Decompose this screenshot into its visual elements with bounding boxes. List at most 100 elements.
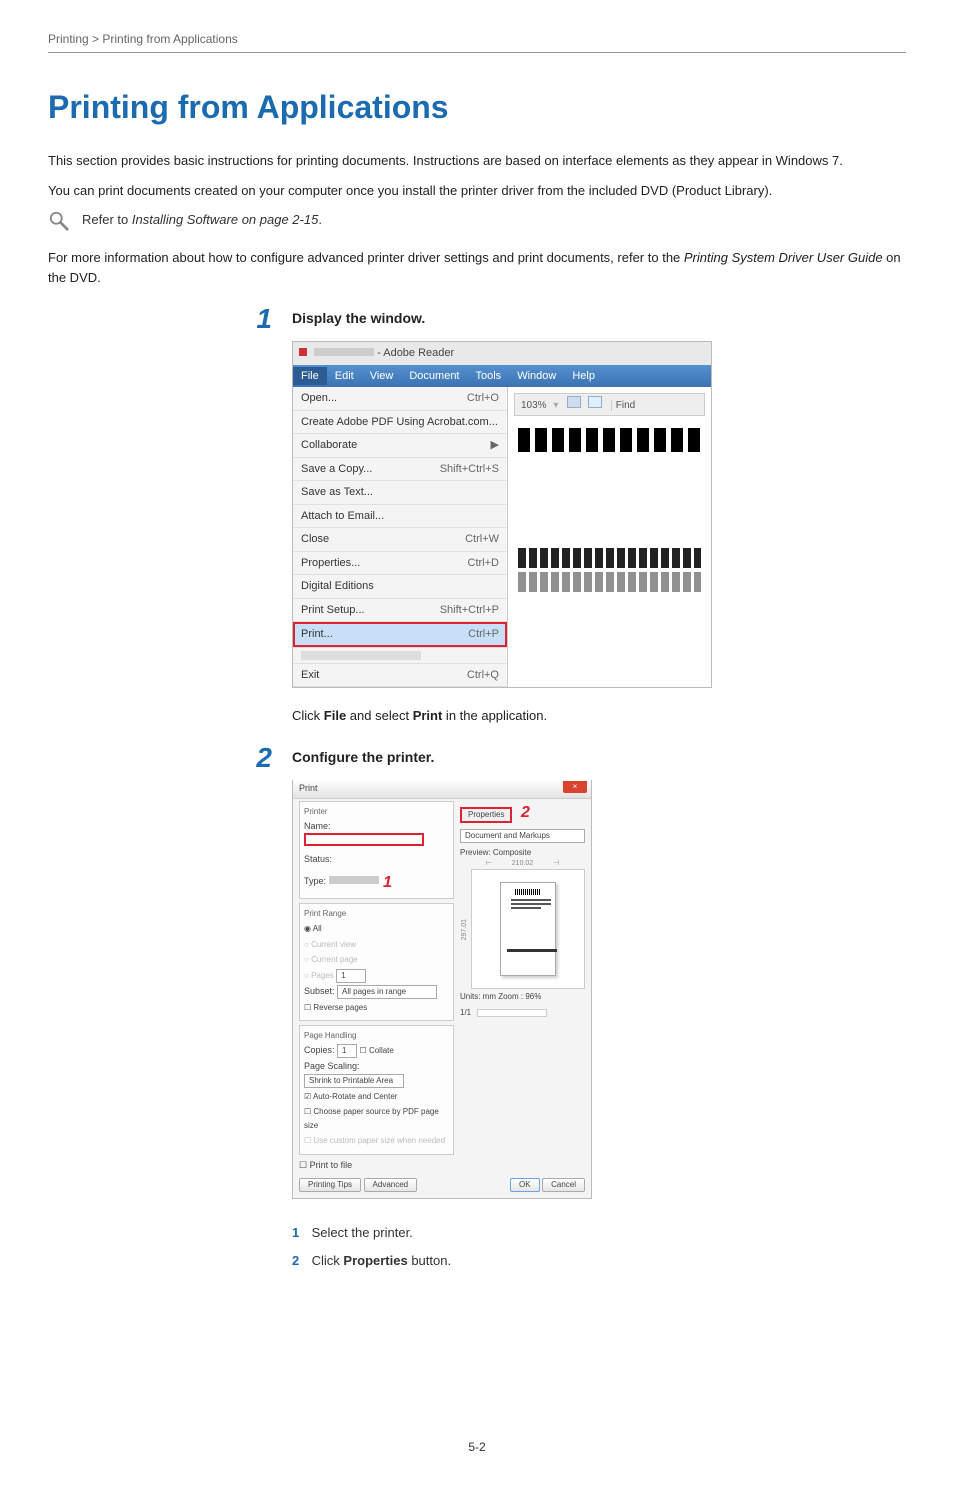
step-2-number: 2 xyxy=(248,744,272,772)
page-number: 5-2 xyxy=(48,1438,906,1456)
name-label: Name: xyxy=(304,821,331,831)
printer-group: Printer Name: Status: Type: 1 xyxy=(299,801,454,900)
toolbar-icon-a[interactable] xyxy=(567,396,581,408)
printing-tips-button[interactable]: Printing Tips xyxy=(299,1178,361,1192)
substep-1-text: Select the printer. xyxy=(312,1225,413,1240)
printer-group-label: Printer xyxy=(304,806,449,818)
step-1: 1 Display the window. - Adobe Reader Fil… xyxy=(248,305,906,726)
menu-open[interactable]: Open...Ctrl+O xyxy=(293,387,507,411)
menu-close[interactable]: CloseCtrl+W xyxy=(293,528,507,552)
callout-1: 1 xyxy=(383,874,392,891)
menu-collaborate[interactable]: Collaborate▶ xyxy=(293,434,507,458)
status-label: Status: xyxy=(304,854,332,864)
window-title: - Adobe Reader xyxy=(293,342,711,365)
menu-greyed-row xyxy=(293,647,507,664)
advanced-button[interactable]: Advanced xyxy=(364,1178,418,1192)
intro-paragraph-1: This section provides basic instructions… xyxy=(48,151,906,171)
step-1-heading: Display the window. xyxy=(292,308,906,329)
menu-print[interactable]: Print...Ctrl+P xyxy=(293,622,507,647)
pages-input[interactable]: 1 xyxy=(336,969,366,983)
page-handling-group: Page Handling Copies: 1 ☐ Collate Page S… xyxy=(299,1025,454,1155)
menubar-document[interactable]: Document xyxy=(401,367,467,386)
substep-2-num: 2 xyxy=(292,1251,308,1271)
type-label: Type: xyxy=(304,876,326,886)
range-group-label: Print Range xyxy=(304,908,449,920)
menubar-window[interactable]: Window xyxy=(509,367,564,386)
range-current-page[interactable]: ○ Current page xyxy=(304,955,358,964)
menubar-view[interactable]: View xyxy=(362,367,402,386)
step-2-heading: Configure the printer. xyxy=(292,747,906,768)
screenshot-print-dialog: Print × Printer Name: Status: Type: xyxy=(292,780,592,1200)
print-to-file-checkbox[interactable]: ☐ Print to file xyxy=(299,1160,352,1170)
dialog-title: Print xyxy=(293,780,591,799)
menu-properties[interactable]: Properties...Ctrl+D xyxy=(293,552,507,576)
divider xyxy=(48,52,906,53)
breadcrumb: Printing > Printing from Applications xyxy=(48,30,906,48)
menubar-help[interactable]: Help xyxy=(564,367,603,386)
printer-name-select[interactable] xyxy=(304,833,424,846)
choose-source-checkbox[interactable]: ☐ Choose paper source by PDF page size xyxy=(304,1107,439,1130)
menu-print-setup[interactable]: Print Setup...Shift+Ctrl+P xyxy=(293,599,507,623)
properties-button[interactable]: Properties xyxy=(460,807,512,823)
menu-save-copy[interactable]: Save a Copy...Shift+Ctrl+S xyxy=(293,458,507,482)
comments-select[interactable]: Document and Markups xyxy=(460,829,585,843)
step-2: 2 Configure the printer. Print × Printer… xyxy=(248,744,906,1279)
substep-1: 1 Select the printer. xyxy=(292,1223,906,1243)
menubar-edit[interactable]: Edit xyxy=(327,367,362,386)
ok-button[interactable]: OK xyxy=(510,1178,540,1192)
copies-input[interactable]: 1 xyxy=(337,1044,357,1058)
acrobat-toolbar[interactable]: 103% ▾ Find xyxy=(514,393,705,416)
preview-width: 210.02 xyxy=(512,860,533,867)
preview-units: Units: mm Zoom : 96% xyxy=(460,991,585,1003)
collate-checkbox[interactable]: ☐ Collate xyxy=(360,1046,394,1055)
menubar-file[interactable]: File xyxy=(293,367,327,386)
menu-save-text[interactable]: Save as Text... xyxy=(293,481,507,505)
preview-page-indicator: 1/1 xyxy=(460,1007,585,1019)
reference-text: Refer to Installing Software on page 2-1… xyxy=(82,210,322,230)
file-dropdown-menu: Open...Ctrl+O Create Adobe PDF Using Acr… xyxy=(293,387,508,687)
range-all[interactable]: ◉ All xyxy=(304,924,322,933)
zoom-value[interactable]: 103% xyxy=(521,400,547,411)
ref-suffix: . xyxy=(318,212,322,227)
menu-attach-email[interactable]: Attach to Email... xyxy=(293,505,507,529)
redacted-content-bar xyxy=(518,428,701,452)
redacted-row-1 xyxy=(518,548,701,568)
copies-label: Copies: xyxy=(304,1045,335,1055)
menu-create-pdf[interactable]: Create Adobe PDF Using Acrobat.com... xyxy=(293,411,507,435)
subset-select[interactable]: All pages in range xyxy=(337,985,437,999)
p3-b: Printing System Driver User Guide xyxy=(684,250,883,265)
page-slider[interactable] xyxy=(477,1009,547,1017)
title-suffix: - Adobe Reader xyxy=(377,347,454,359)
handling-group-label: Page Handling xyxy=(304,1030,449,1042)
menubar[interactable]: File Edit View Document Tools Window Hel… xyxy=(293,365,711,388)
menu-exit[interactable]: ExitCtrl+Q xyxy=(293,664,507,688)
menu-digital-editions[interactable]: Digital Editions xyxy=(293,575,507,599)
print-range-group: Print Range ◉ All ○ Current view ○ Curre… xyxy=(299,903,454,1021)
cancel-button[interactable]: Cancel xyxy=(542,1178,585,1192)
toolbar-icon-b[interactable] xyxy=(588,396,602,408)
auto-rotate-checkbox[interactable]: ☑ Auto-Rotate and Center xyxy=(304,1092,397,1101)
callout-2: 2 xyxy=(521,804,530,821)
substep-2: 2 Click Properties button. xyxy=(292,1251,906,1271)
page-title: Printing from Applications xyxy=(48,83,906,131)
reverse-pages-checkbox[interactable]: ☐ Reverse pages xyxy=(304,1003,367,1012)
scaling-select[interactable]: Shrink to Printable Area xyxy=(304,1074,404,1088)
range-current-view[interactable]: ○ Current view xyxy=(304,940,356,949)
preview-page xyxy=(500,882,557,976)
ref-prefix: Refer to xyxy=(82,212,132,227)
p3-a: For more information about how to config… xyxy=(48,250,684,265)
preview-height: 297.01 xyxy=(460,919,471,940)
ref-link: Installing Software on page 2-15 xyxy=(132,212,318,227)
screenshot-file-menu: - Adobe Reader File Edit View Document T… xyxy=(292,341,712,688)
magnifier-icon xyxy=(48,210,70,232)
custom-paper-checkbox: ☐ Use custom paper size when needed xyxy=(304,1136,445,1145)
scaling-label: Page Scaling: xyxy=(304,1061,360,1071)
redacted-row-2 xyxy=(518,572,701,592)
close-icon[interactable]: × xyxy=(563,781,587,793)
preview-label: Preview: Composite xyxy=(460,847,585,859)
substep-1-num: 1 xyxy=(292,1223,308,1243)
range-pages[interactable]: ○ Pages xyxy=(304,971,334,980)
find-label[interactable]: Find xyxy=(616,400,635,411)
intro-paragraph-3: For more information about how to config… xyxy=(48,248,906,287)
menubar-tools[interactable]: Tools xyxy=(468,367,510,386)
